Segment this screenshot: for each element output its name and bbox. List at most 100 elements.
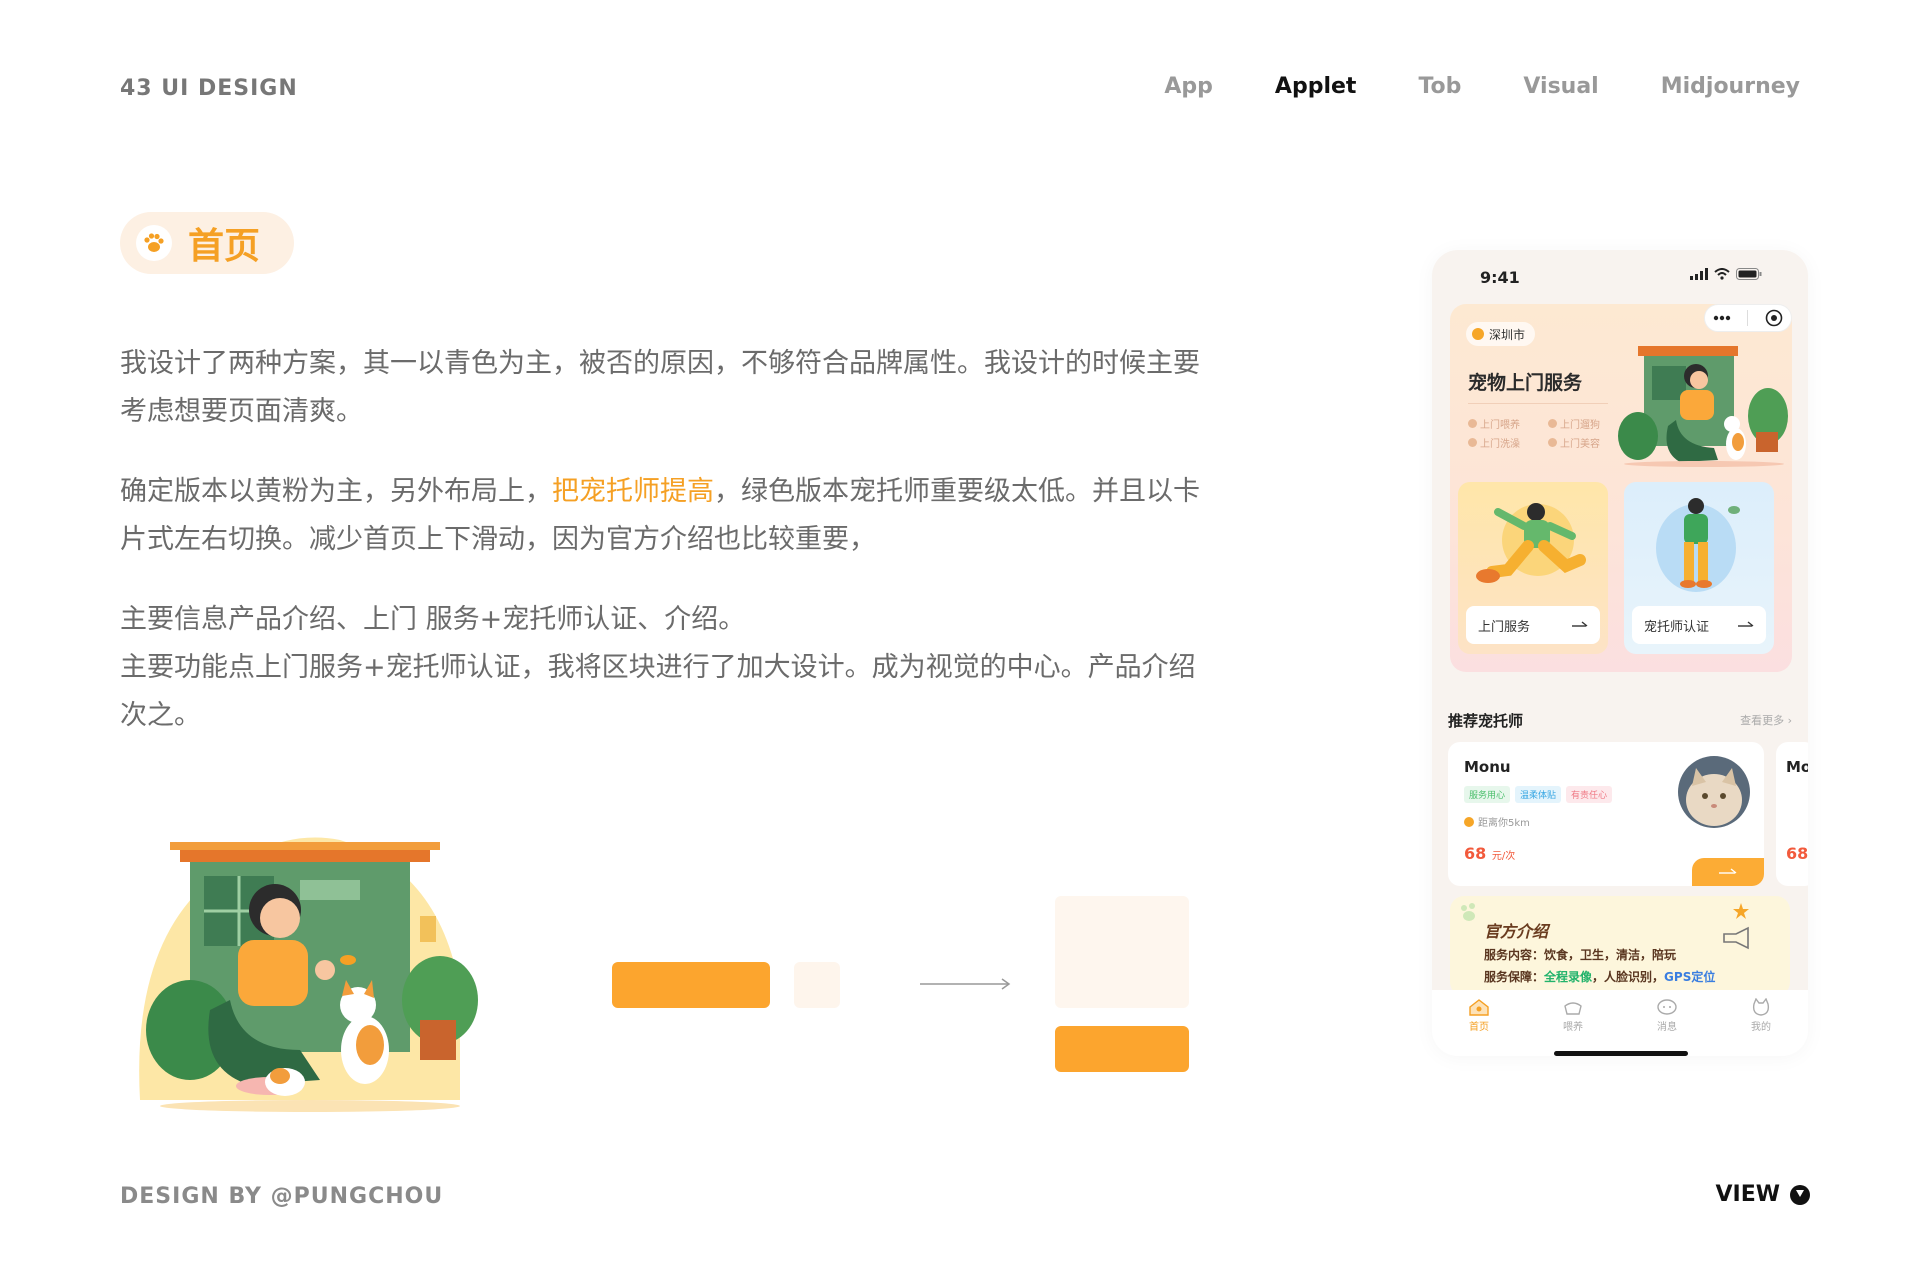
paw-icon	[136, 225, 172, 261]
status-icons	[1690, 268, 1762, 280]
section-title-pill: 首页	[120, 212, 295, 274]
view-label: VIEW	[1715, 1182, 1780, 1207]
star-icon	[1733, 903, 1749, 919]
footer-credit: DESIGN BY @PUNGCHOU	[120, 1184, 444, 1209]
sitter-badge: 有责任心	[1566, 786, 1613, 803]
capsule-divider	[1747, 310, 1749, 326]
service-tag: 上门遛狗	[1548, 416, 1628, 431]
distance-text: 距离你5km	[1478, 818, 1530, 829]
price-value: 68	[1464, 844, 1487, 863]
tab-messages[interactable]: 消息	[1637, 998, 1697, 1056]
brand-logo-text: 43 UI DESIGN	[120, 76, 298, 101]
text-segment: ，人脸识别，	[1592, 970, 1665, 984]
text-segment: 确定版本以黄粉为主，另外布局上，	[120, 476, 552, 507]
text-segment: 全程录像	[1544, 970, 1593, 984]
miniapp-capsule[interactable]	[1704, 304, 1792, 332]
check-icon	[1548, 438, 1557, 447]
service-tag: 上门美容	[1548, 435, 1628, 450]
location-text: 深圳市	[1489, 327, 1526, 342]
close-miniapp-icon[interactable]	[1765, 309, 1783, 327]
service-tag: 上门喂养	[1468, 416, 1548, 431]
runner-illustration	[1476, 503, 1586, 583]
tab-label: 消息	[1657, 1022, 1677, 1033]
sitter-card-peek[interactable]: Mo 68	[1776, 742, 1808, 886]
arrow-right-icon	[1719, 868, 1737, 874]
price-unit: 元/次	[1491, 851, 1516, 862]
service-tag-label: 上门喂养	[1480, 420, 1520, 431]
top-nav: App Applet Tob Visual Midjourney	[1164, 74, 1800, 99]
wireframe-orange-bar	[612, 962, 770, 1008]
description-p1: 我设计了两种方案，其一以青色为主，被否的原因，不够符合品牌属性。我设计的时候主要…	[120, 340, 1200, 436]
profile-icon	[1752, 998, 1770, 1016]
description-p2: 确定版本以黄粉为主，另外布局上，把宠托师提高，绿色版本宠托师重要级太低。并且以卡…	[120, 468, 1200, 564]
sitter-name: Mo	[1786, 758, 1808, 776]
tab-feeding[interactable]: 喂养	[1543, 998, 1603, 1056]
wireframe-light-square	[794, 962, 840, 1008]
location-pin-icon	[1464, 816, 1474, 827]
official-intro-card[interactable]: 官方介绍 服务内容：饮食，卫生，清洁，陪玩 服务保障：全程录像，人脸识别，GPS…	[1450, 896, 1790, 996]
recommend-more-link[interactable]: 查看更多 ›	[1740, 712, 1792, 728]
certification-button[interactable]: 宠托师认证	[1632, 606, 1766, 644]
hero-illustration	[1618, 346, 1788, 467]
intro-title: 官方介绍	[1484, 922, 1549, 941]
sitter-illustration	[1656, 498, 1740, 592]
description-text: 主要信息产品介绍、上门 服务+宠托师认证、介绍。	[120, 604, 746, 635]
status-time: 9:41	[1480, 268, 1520, 287]
tab-profile[interactable]: 我的	[1731, 998, 1791, 1056]
more-icon[interactable]	[1713, 315, 1731, 321]
check-icon	[1468, 438, 1477, 447]
home-icon	[1469, 999, 1489, 1016]
pet-sitter-illustration	[139, 837, 478, 1112]
view-button[interactable]: VIEW	[1715, 1182, 1810, 1207]
intro-line: 服务内容：饮食，卫生，清洁，陪玩	[1484, 948, 1677, 962]
phone-mockup: 9:41 深圳市 宠物上门服务 上门喂养 上门遛狗 上门洗澡 上门美容 上门服务…	[1432, 250, 1808, 1056]
text-segment: 服务保障：	[1484, 970, 1545, 984]
sitter-badge: 服务用心	[1464, 786, 1511, 803]
card-label: 宠托师认证	[1644, 619, 1710, 635]
tab-home[interactable]: 首页	[1449, 998, 1509, 1056]
tab-label: 喂养	[1563, 1022, 1583, 1033]
sitter-price: 68	[1786, 844, 1808, 863]
tab-label: 我的	[1751, 1022, 1771, 1033]
service-tag-label: 上门美容	[1560, 439, 1600, 450]
service-tag-label: 上门洗澡	[1480, 439, 1520, 450]
sitter-book-button[interactable]	[1692, 858, 1764, 886]
text-segment: GPS定位	[1664, 970, 1716, 984]
sitter-badge: 温柔体贴	[1515, 786, 1562, 803]
service-tag: 上门洗澡	[1468, 435, 1548, 450]
sitter-price: 68 元/次	[1464, 844, 1515, 863]
service-tag-label: 上门遛狗	[1560, 420, 1600, 431]
description-text: 主要功能点上门服务+宠托师认证，我将区块进行了加大设计。成为视觉的中心。产品介绍…	[120, 652, 1196, 731]
description-text: 我设计了两种方案，其一以青色为主，被否的原因，不够符合品牌属性。我设计的时候主要…	[120, 348, 1200, 427]
home-indicator	[1554, 1051, 1688, 1056]
check-icon	[1548, 419, 1557, 428]
nav-item-app[interactable]: App	[1164, 74, 1213, 99]
arrow-right-icon	[1738, 621, 1754, 627]
nav-item-applet[interactable]: Applet	[1275, 74, 1357, 99]
bowl-icon	[1564, 1002, 1582, 1015]
sitter-name: Monu	[1464, 758, 1511, 776]
nav-item-tob[interactable]: Tob	[1418, 74, 1461, 99]
service-card-home-visit[interactable]: 上门服务	[1458, 482, 1608, 654]
section-title: 首页	[188, 226, 261, 267]
wireframe-light-box	[1055, 896, 1189, 1008]
tab-bar: 首页 喂养 消息 我的	[1432, 990, 1808, 1056]
battery-icon	[1736, 268, 1762, 280]
card-label: 上门服务	[1478, 619, 1531, 635]
tab-label: 首页	[1469, 1022, 1489, 1033]
location-chip[interactable]: 深圳市	[1466, 322, 1536, 346]
message-icon	[1657, 999, 1677, 1015]
highlight-text: 把宠托师提高	[552, 476, 714, 507]
hero-title: 宠物上门服务	[1468, 372, 1583, 394]
service-card-certification[interactable]: 宠托师认证	[1624, 482, 1774, 654]
signal-icon	[1690, 268, 1708, 280]
arrow-right-icon	[920, 978, 1011, 990]
wireframe-orange-bar-2	[1055, 1026, 1189, 1072]
check-icon	[1468, 419, 1477, 428]
nav-item-visual[interactable]: Visual	[1523, 74, 1598, 99]
recommend-title: 推荐宠托师	[1448, 712, 1524, 730]
nav-item-midjourney[interactable]: Midjourney	[1661, 74, 1800, 99]
home-visit-button[interactable]: 上门服务	[1466, 606, 1600, 644]
sitter-distance: 距离你5km	[1464, 814, 1530, 829]
sitter-card[interactable]: Monu 服务用心 温柔体贴 有责任心 距离你5km 68 元/次	[1448, 742, 1764, 886]
